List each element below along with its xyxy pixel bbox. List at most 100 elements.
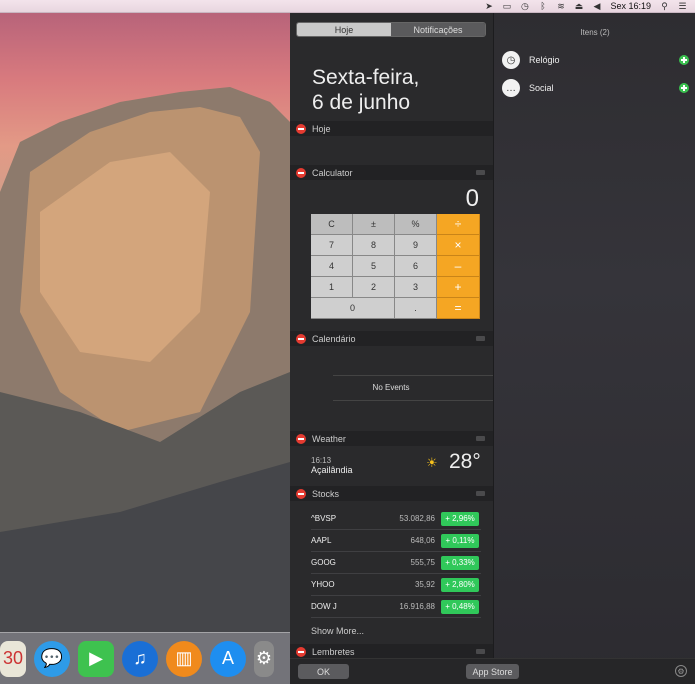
stock-value: 35,92 <box>414 580 435 589</box>
tab-notifications[interactable]: Notificações <box>391 23 485 36</box>
calendar-empty-text: No Events <box>372 383 410 392</box>
app-store-app-icon[interactable]: A <box>210 640 246 677</box>
calc-key-decimal[interactable]: . <box>395 298 437 319</box>
stock-symbol: ^BVSP <box>311 514 337 523</box>
stock-value: 53.082,86 <box>399 514 435 523</box>
drag-handle[interactable] <box>476 170 485 175</box>
drag-handle[interactable] <box>476 336 485 341</box>
remove-widget-reminders-button[interactable] <box>296 646 306 657</box>
widget-title: Weather <box>312 433 346 444</box>
dock: 30 💬 ▶ ♫ ▥ A ⚙ <box>0 632 290 684</box>
divider <box>333 400 493 401</box>
widget-title: Calendário <box>312 333 356 344</box>
date-day: 6 de junho <box>312 91 411 114</box>
view-switcher: Hoje Notificações <box>296 22 486 37</box>
today-view: Hoje Notificações Sexta-feira, 6 de junh… <box>290 13 493 684</box>
widget-header-calculator: Calculator <box>290 165 493 180</box>
remove-widget-weather-button[interactable] <box>296 433 306 444</box>
calc-key-multiply[interactable]: × <box>437 235 480 256</box>
calc-key-percent[interactable]: % <box>395 214 437 235</box>
stock-symbol: AAPL <box>311 536 332 545</box>
speech-bubble-icon: … <box>502 79 520 97</box>
item-social[interactable]: … Social <box>502 78 689 98</box>
ok-button[interactable]: OK <box>298 664 349 679</box>
divider <box>333 375 493 376</box>
menu-bar: ➤ ▭ ◷ ᛒ ≋ ⏏ ◀ Sex 16:19 ⚲ ☰ <box>0 0 695 13</box>
eject-icon[interactable]: ⏏ <box>574 1 584 11</box>
widget-title: Stocks <box>312 488 340 499</box>
widget-title: Hoje <box>312 123 331 134</box>
stock-change-badge[interactable]: + 2,96% <box>441 511 479 526</box>
items-title: Itens (2) <box>580 28 610 37</box>
stock-change-badge[interactable]: + 2,80% <box>441 577 479 592</box>
stock-row[interactable]: DOW J 16.916,88 + 0,48% <box>311 596 481 618</box>
weather-temperature: 28° <box>449 450 481 473</box>
calc-key-4[interactable]: 4 <box>311 256 353 277</box>
system-preferences-app-icon[interactable]: ⚙ <box>254 640 274 677</box>
calc-key-3[interactable]: 3 <box>395 277 437 298</box>
widget-header-reminders: Lembretes <box>290 644 493 659</box>
calc-key-add[interactable]: + <box>437 277 480 298</box>
airplay-icon[interactable]: ▭ <box>502 1 512 11</box>
calc-key-clear[interactable]: C <box>311 214 353 235</box>
stock-row[interactable]: AAPL 648,06 + 0,11% <box>311 530 481 552</box>
stock-change-badge[interactable]: + 0,33% <box>441 555 479 570</box>
sun-icon: ☀ <box>426 455 438 470</box>
drag-handle[interactable] <box>476 436 485 441</box>
settings-gear-icon[interactable]: ⚙ <box>675 665 687 677</box>
add-item-social-button[interactable] <box>679 83 689 93</box>
calc-key-1[interactable]: 1 <box>311 277 353 298</box>
widget-title: Calculator <box>312 167 353 178</box>
widget-header-calendar: Calendário <box>290 331 493 346</box>
stock-change-badge[interactable]: + 0,48% <box>441 599 479 614</box>
calc-key-subtract[interactable]: – <box>437 256 480 277</box>
time-machine-icon[interactable]: ◷ <box>520 1 529 11</box>
volume-icon[interactable]: ◀ <box>592 1 601 11</box>
calc-key-0[interactable]: 0 <box>311 298 395 319</box>
messages-app-icon[interactable]: 💬 <box>34 640 70 677</box>
drag-handle[interactable] <box>476 649 485 654</box>
add-item-relogio-button[interactable] <box>679 55 689 65</box>
remove-widget-hoje-button[interactable] <box>296 123 306 134</box>
ibooks-app-icon[interactable]: ▥ <box>166 640 202 677</box>
widget-header-hoje: Hoje <box>290 121 493 136</box>
stock-row[interactable]: GOOG 555,75 + 0,33% <box>311 552 481 574</box>
remove-widget-calendar-button[interactable] <box>296 333 306 344</box>
available-items-panel: Itens (2) ◷ Relógio … Social <box>493 13 695 684</box>
remove-widget-stocks-button[interactable] <box>296 488 306 499</box>
bluetooth-icon[interactable]: ᛒ <box>538 1 547 11</box>
calc-key-2[interactable]: 2 <box>353 277 395 298</box>
stock-symbol: YHOO <box>311 580 335 589</box>
calc-key-equals[interactable]: = <box>437 298 480 319</box>
stock-row[interactable]: YHOO 35,92 + 2,80% <box>311 574 481 596</box>
stock-change-badge[interactable]: + 0,11% <box>441 533 479 548</box>
drag-handle[interactable] <box>476 491 485 496</box>
calc-key-6[interactable]: 6 <box>395 256 437 277</box>
calculator-keypad: C ± % ÷ 7 8 9 × 4 5 6 – 1 2 3 + 0 . = <box>311 214 480 319</box>
weather-city: Açailândia <box>311 465 353 475</box>
calc-key-sign[interactable]: ± <box>353 214 395 235</box>
tab-today[interactable]: Hoje <box>297 23 391 36</box>
stock-value: 16.916,88 <box>399 602 435 611</box>
location-icon[interactable]: ➤ <box>484 1 493 11</box>
stock-row[interactable]: ^BVSP 53.082,86 + 2,96% <box>311 508 481 530</box>
calc-key-divide[interactable]: ÷ <box>437 214 480 235</box>
today-date: Sexta-feira, 6 de junho <box>312 65 419 115</box>
itunes-app-icon[interactable]: ♫ <box>122 640 158 677</box>
notification-center-icon[interactable]: ☰ <box>678 1 687 11</box>
show-more-link[interactable]: Show More... <box>311 626 364 636</box>
app-store-button[interactable]: App Store <box>466 664 519 679</box>
weather-time: 16:13 <box>311 456 332 465</box>
clock-icon: ◷ <box>502 51 520 69</box>
spotlight-icon[interactable]: ⚲ <box>660 1 669 11</box>
item-relogio[interactable]: ◷ Relógio <box>502 50 689 70</box>
remove-widget-calculator-button[interactable] <box>296 167 306 178</box>
wifi-icon[interactable]: ≋ <box>556 1 565 11</box>
calc-key-5[interactable]: 5 <box>353 256 395 277</box>
calc-key-9[interactable]: 9 <box>395 235 437 256</box>
facetime-app-icon[interactable]: ▶ <box>78 640 114 677</box>
calc-key-8[interactable]: 8 <box>353 235 395 256</box>
calendar-app-icon[interactable]: 30 <box>0 640 26 677</box>
menu-clock[interactable]: Sex 16:19 <box>610 1 651 11</box>
calc-key-7[interactable]: 7 <box>311 235 353 256</box>
